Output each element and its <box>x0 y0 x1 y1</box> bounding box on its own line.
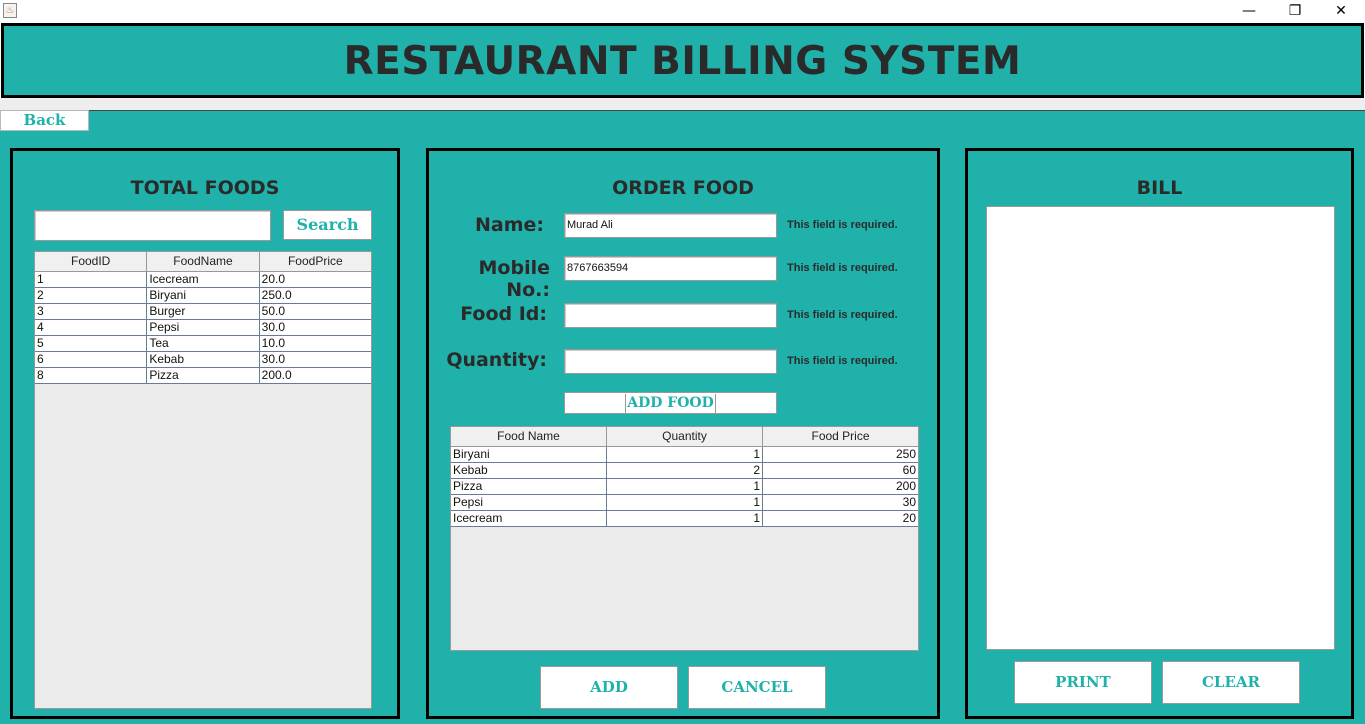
column-header-food-name[interactable]: Food Name <box>451 427 607 446</box>
foods-table[interactable]: FoodID FoodName FoodPrice 1 Icecream 20.… <box>34 251 372 709</box>
table-row[interactable]: Pepsi 1 30 <box>451 495 918 511</box>
cell-food-price: 250 <box>895 447 916 461</box>
name-field[interactable]: Murad Ali <box>564 213 777 238</box>
cell-quantity: 1 <box>607 495 763 510</box>
java-app-icon: ♨ <box>3 3 17 18</box>
total-foods-title: TOTAL FOODS <box>130 177 280 199</box>
order-food-panel: ORDER FOOD Name: Murad Ali This field is… <box>426 148 940 719</box>
cancel-button[interactable]: CANCEL <box>688 666 826 709</box>
bill-text-area[interactable] <box>986 206 1335 650</box>
mobile-required-text: This field is required. <box>787 262 898 274</box>
cell-food-name: Burger <box>147 304 260 319</box>
cell-food-name: Kebab <box>147 352 260 367</box>
add-food-label: ADD FOOD <box>625 394 716 413</box>
cell-food-name: Pepsi <box>451 495 607 510</box>
table-row[interactable]: Biryani 1 250 <box>451 447 918 463</box>
cell-food-price: 20.0 <box>261 272 286 286</box>
table-row[interactable]: 1 Icecream 20.0 <box>35 272 371 288</box>
cell-food-id: 3 <box>35 304 148 319</box>
table-row[interactable]: 4 Pepsi 30.0 <box>35 320 371 336</box>
column-header-food-price[interactable]: Food Price <box>763 427 918 446</box>
cell-quantity: 1 <box>607 479 763 494</box>
foods-table-header: FoodID FoodName FoodPrice <box>35 252 371 272</box>
minimize-icon[interactable]: — <box>1226 0 1272 22</box>
order-table[interactable]: Food Name Quantity Food Price Biryani 1 … <box>450 426 919 651</box>
table-row[interactable]: Pizza 1 200 <box>451 479 918 495</box>
window-titlebar: ♨ — ❐ ✕ <box>0 0 1365 22</box>
column-header-foodid[interactable]: FoodID <box>35 252 148 271</box>
food-id-label: Food Id: <box>460 303 547 325</box>
cell-food-price: 60 <box>902 463 916 477</box>
add-button[interactable]: ADD <box>540 666 678 709</box>
cell-quantity: 2 <box>607 463 763 478</box>
cell-food-name: Kebab <box>451 463 607 478</box>
bill-panel: BILL PRINT CLEAR <box>965 148 1354 719</box>
cell-food-name: Pepsi <box>147 320 260 335</box>
cell-food-name: Tea <box>147 336 260 351</box>
table-row[interactable]: 6 Kebab 30.0 <box>35 352 371 368</box>
cell-food-price: 250.0 <box>261 288 292 302</box>
add-food-button[interactable]: ADD FOOD <box>564 392 777 414</box>
header-banner: RESTAURANT BILLING SYSTEM <box>1 23 1364 98</box>
table-row[interactable]: 3 Burger 50.0 <box>35 304 371 320</box>
cell-food-price: 30 <box>902 495 916 509</box>
table-row[interactable]: Kebab 2 60 <box>451 463 918 479</box>
cell-food-name: Biryani <box>451 447 607 462</box>
search-input[interactable] <box>34 210 271 241</box>
table-row[interactable]: Icecream 1 20 <box>451 511 918 527</box>
column-header-foodprice[interactable]: FoodPrice <box>260 252 371 271</box>
table-row[interactable]: 5 Tea 10.0 <box>35 336 371 352</box>
search-button[interactable]: Search <box>283 210 372 240</box>
cell-food-price: 10.0 <box>261 336 286 350</box>
maximize-icon[interactable]: ❐ <box>1272 0 1318 22</box>
cell-food-id: 4 <box>35 320 148 335</box>
cell-food-name: Pizza <box>451 479 607 494</box>
cell-food-id: 1 <box>35 272 148 287</box>
mobile-label: Mobile No.: <box>478 257 550 301</box>
cell-food-price: 30.0 <box>261 320 286 334</box>
order-table-header: Food Name Quantity Food Price <box>451 427 918 447</box>
cell-food-id: 6 <box>35 352 148 367</box>
quantity-required-text: This field is required. <box>787 355 898 367</box>
cell-food-id: 2 <box>35 288 148 303</box>
quantity-field[interactable] <box>564 349 777 374</box>
order-food-title: ORDER FOOD <box>612 177 754 199</box>
cell-food-id: 8 <box>35 368 148 383</box>
name-required-text: This field is required. <box>787 219 898 231</box>
cell-food-price: 200.0 <box>261 368 292 382</box>
header-gap <box>0 98 1365 110</box>
print-button[interactable]: PRINT <box>1014 661 1152 704</box>
mobile-field[interactable]: 8767663594 <box>564 256 777 281</box>
name-label: Name: <box>474 214 544 236</box>
cell-food-price: 20 <box>902 511 916 525</box>
cell-food-id: 5 <box>35 336 148 351</box>
food-id-required-text: This field is required. <box>787 309 898 321</box>
cell-quantity: 1 <box>607 447 763 462</box>
back-button[interactable]: Back <box>0 110 89 131</box>
cell-food-name: Icecream <box>451 511 607 526</box>
cell-food-name: Biryani <box>147 288 260 303</box>
clear-button[interactable]: CLEAR <box>1162 661 1300 704</box>
column-header-foodname[interactable]: FoodName <box>147 252 260 271</box>
quantity-label: Quantity: <box>446 349 547 371</box>
column-header-quantity[interactable]: Quantity <box>607 427 763 446</box>
total-foods-panel: TOTAL FOODS Search FoodID FoodName FoodP… <box>10 148 400 719</box>
page-title: RESTAURANT BILLING SYSTEM <box>343 39 1022 84</box>
cell-food-name: Pizza <box>147 368 260 383</box>
bill-title: BILL <box>1136 177 1183 199</box>
table-row[interactable]: 2 Biryani 250.0 <box>35 288 371 304</box>
cell-food-price: 200 <box>895 479 916 493</box>
food-id-field[interactable] <box>564 303 777 328</box>
cell-food-name: Icecream <box>147 272 260 287</box>
cell-food-price: 50.0 <box>261 304 286 318</box>
cell-quantity: 1 <box>607 511 763 526</box>
close-icon[interactable]: ✕ <box>1318 0 1364 22</box>
cell-food-price: 30.0 <box>261 352 286 366</box>
table-row[interactable]: 8 Pizza 200.0 <box>35 368 371 384</box>
